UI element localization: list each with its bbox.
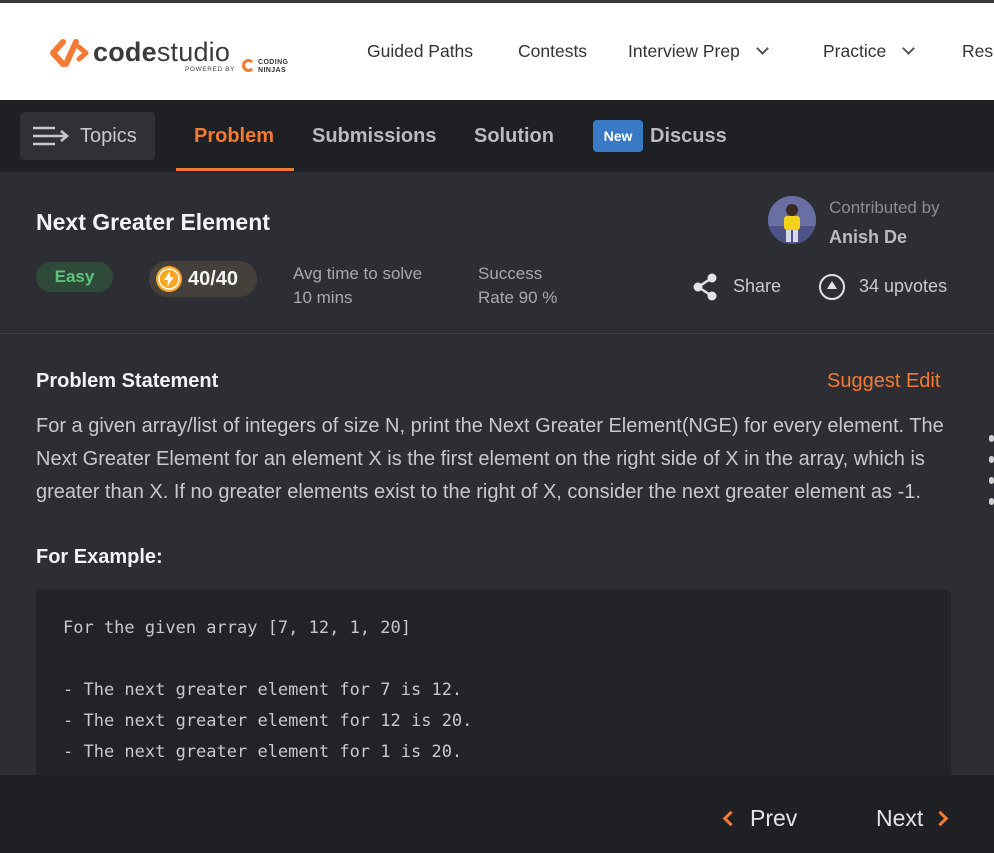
top-navbar: codestudio POWERED BY CODING NINJAS Guid…: [0, 0, 994, 100]
success-label: Success: [478, 264, 543, 283]
problem-statement-body: For a given array/list of integers of si…: [36, 415, 944, 503]
tab-solution[interactable]: Solution: [474, 125, 554, 148]
scroll-dot: [989, 435, 994, 442]
avatar-image: [768, 196, 816, 244]
nav-interview-prep[interactable]: Interview Prep: [628, 41, 769, 62]
nav-practice[interactable]: Practice: [823, 41, 916, 62]
problem-title: Next Greater Element: [36, 209, 270, 235]
contributor-name[interactable]: Anish De: [829, 227, 907, 248]
logo-wordmark-bold: code: [93, 37, 157, 67]
coding-ninjas-line1: CODING: [258, 59, 289, 66]
new-badge: New: [593, 120, 643, 152]
active-tab-indicator: [176, 168, 294, 171]
score-badge: 40/40: [149, 261, 257, 297]
suggest-edit-link[interactable]: Suggest Edit: [827, 370, 940, 393]
topics-button[interactable]: Topics: [20, 112, 155, 160]
nav-resources[interactable]: Res: [962, 41, 993, 62]
code-line: - The next greater element for 1 is 20.: [63, 742, 463, 762]
code-line: - The next greater element for 12 is 20.: [63, 711, 473, 731]
scroll-dot: [989, 477, 994, 484]
logo-powered-by: POWERED BY: [185, 66, 236, 73]
prev-button[interactable]: Prev: [722, 805, 798, 832]
menu-arrow-icon: [33, 126, 69, 146]
chevron-down-icon: [902, 42, 916, 55]
success-value: Rate 90 %: [478, 288, 558, 307]
coding-ninjas-icon: [242, 59, 255, 72]
lightning-icon: [156, 266, 182, 292]
code-line: For the given array [7, 12, 1, 20]: [63, 618, 411, 638]
next-label: Next: [876, 805, 924, 831]
chevron-left-icon: [722, 810, 739, 827]
example-code-block: For the given array [7, 12, 1, 20] - The…: [36, 590, 951, 780]
success-rate-stat: Success Rate 90 %: [478, 262, 557, 310]
tab-submissions[interactable]: Submissions: [312, 125, 436, 148]
topics-label: Topics: [80, 125, 137, 147]
scroll-dot: [989, 456, 994, 463]
logo-wordmark-light: studio: [156, 37, 231, 67]
chevron-right-icon: [933, 810, 949, 827]
upvote-icon[interactable]: [819, 274, 845, 300]
prev-label: Prev: [750, 805, 798, 831]
contributed-by-label: Contributed by: [829, 198, 940, 217]
coding-ninjas-logo: CODING NINJAS: [242, 57, 302, 77]
avg-time-value: 10 mins: [293, 288, 353, 307]
logo-wordmark: codestudio: [93, 37, 230, 68]
problem-header: Next Greater Element Easy 40/40 Avg time…: [0, 172, 994, 334]
tab-discuss[interactable]: Discuss: [650, 125, 727, 148]
share-icon[interactable]: [692, 273, 718, 301]
avg-time-label: Avg time to solve: [293, 264, 423, 283]
nav-label: Res: [962, 41, 994, 61]
nav-contests[interactable]: Contests: [518, 41, 587, 62]
pagination-footer: Prev Next: [0, 775, 994, 853]
problem-tab-bar: Topics Problem Submissions Solution New …: [0, 100, 994, 172]
next-button[interactable]: Next: [876, 805, 949, 832]
chevron-down-icon: [755, 42, 769, 55]
tab-problem[interactable]: Problem: [194, 125, 274, 148]
score-value: 40/40: [188, 268, 239, 290]
contributor-avatar[interactable]: [768, 196, 816, 244]
share-button[interactable]: Share: [733, 276, 781, 297]
problem-statement-heading: Problem Statement: [36, 370, 219, 392]
coding-ninjas-line2: NINJAS: [258, 67, 287, 74]
code-line: - The next greater element for 7 is 12.: [63, 680, 463, 700]
nav-guided-paths[interactable]: Guided Paths: [367, 41, 473, 62]
nav-label: Interview Prep: [628, 41, 740, 61]
scroll-indicator: [989, 435, 994, 519]
example-heading: For Example:: [36, 546, 163, 568]
nav-label: Guided Paths: [367, 41, 474, 61]
difficulty-badge: Easy: [36, 262, 113, 292]
scroll-dot: [989, 498, 994, 505]
codestudio-logo-icon: [50, 39, 89, 67]
nav-label: Contests: [518, 41, 588, 61]
upvote-count[interactable]: 34 upvotes: [859, 276, 947, 297]
avg-time-stat: Avg time to solve 10 mins: [293, 262, 422, 310]
nav-label: Practice: [823, 41, 887, 61]
